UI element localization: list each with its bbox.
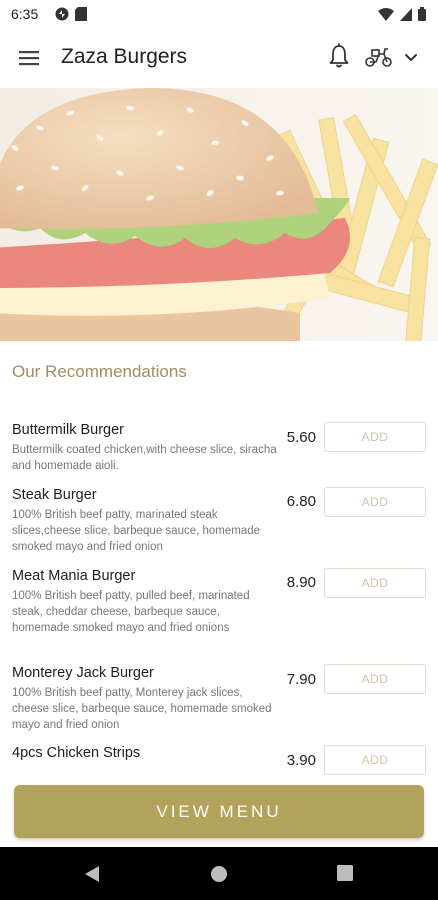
home-icon[interactable] <box>210 865 228 883</box>
add-button[interactable]: ADD <box>324 664 426 694</box>
status-time: 6:35 <box>11 6 39 22</box>
add-button[interactable]: ADD <box>324 745 426 775</box>
add-button[interactable]: ADD <box>324 422 426 452</box>
item-price: 7.90 <box>286 671 316 688</box>
section-title: Our Recommendations <box>12 362 187 381</box>
battery-icon <box>418 7 426 21</box>
status-icons-left <box>55 7 87 21</box>
chevron-down-icon[interactable] <box>403 50 419 66</box>
signal-icon <box>400 7 412 21</box>
item-name: Steak Burger <box>12 487 97 503</box>
item-name: Meat Mania Burger <box>12 568 136 584</box>
burger-fries-illustration <box>0 88 438 341</box>
item-description: 100% British beef patty, marinated steak… <box>12 509 261 554</box>
wifi-icon <box>378 7 394 21</box>
scooter-icon[interactable] <box>364 46 394 68</box>
bell-icon[interactable] <box>328 43 350 69</box>
recommendations-list: Buttermilk Burger Buttermilk coated chic… <box>0 422 438 784</box>
item-price: 8.90 <box>286 574 316 591</box>
item-description: 100% British beef patty, Monterey jack s… <box>12 687 272 732</box>
view-menu-button[interactable]: VIEW MENU <box>14 785 424 838</box>
status-bar: 6:35 <box>0 0 438 30</box>
menu-icon[interactable] <box>18 47 40 69</box>
item-description: 100% British beef patty, pulled beef, ma… <box>12 590 250 635</box>
system-nav-bar <box>0 847 438 900</box>
app-title: Zaza Burgers <box>61 45 188 68</box>
item-price: 6.80 <box>286 493 316 510</box>
app-bar: Zaza Burgers <box>0 30 438 88</box>
item-name: Monterey Jack Burger <box>12 665 154 681</box>
status-icons-right <box>378 7 426 21</box>
item-price: 5.60 <box>286 429 316 446</box>
app-status-icon <box>55 7 69 21</box>
item-description: Buttermilk coated chicken,with cheese sl… <box>12 444 277 473</box>
item-name: 4pcs Chicken Strips <box>12 745 141 761</box>
add-button[interactable]: ADD <box>324 487 426 517</box>
item-price: 3.90 <box>286 752 316 769</box>
add-button[interactable]: ADD <box>324 568 426 598</box>
recents-icon[interactable] <box>337 865 353 881</box>
hero-banner-image <box>0 88 438 341</box>
sim-card-icon <box>75 7 87 21</box>
item-name: Buttermilk Burger <box>12 422 125 438</box>
back-icon[interactable] <box>84 865 100 883</box>
